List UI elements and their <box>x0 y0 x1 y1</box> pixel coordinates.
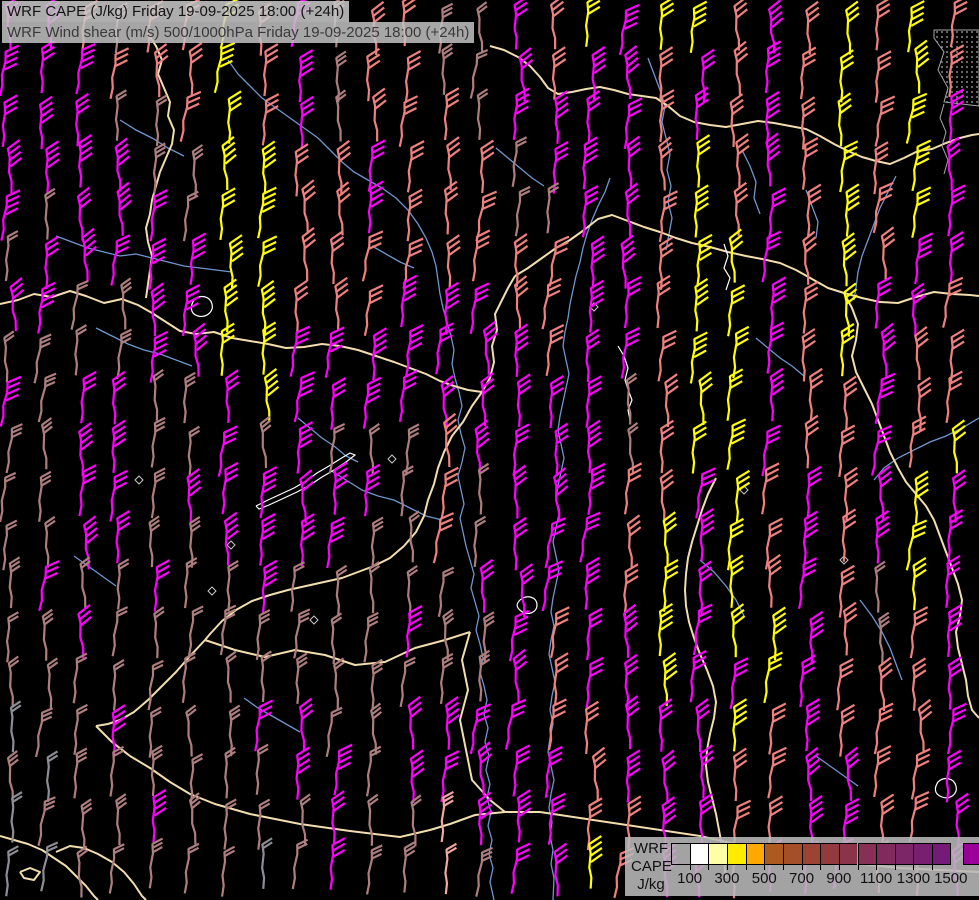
legend-cell <box>671 843 690 865</box>
legend-cell <box>858 843 877 865</box>
legend-tick-label: 900 <box>819 870 859 887</box>
title-windshear-text: WRF Wind shear (m/s) 500/1000hPa Friday … <box>7 24 469 41</box>
legend-tick-label: 1100 <box>856 870 896 887</box>
title-bar-cape: WRF CAPE (J/kg) Friday 19-09-2025 18:00 … <box>2 1 349 22</box>
legend-cell <box>690 843 709 865</box>
legend-tick-label: 700 <box>782 870 822 887</box>
title-bar-windshear: WRF Wind shear (m/s) 500/1000hPa Friday … <box>2 22 474 43</box>
legend-tick-label: 100 <box>670 870 710 887</box>
legend-cell <box>802 843 821 865</box>
cape-color-legend: WRFCAPEJ/kg 100300500700900110013001500 <box>625 837 979 896</box>
legend-overflow-cell <box>963 843 979 865</box>
legend-cell <box>895 843 914 865</box>
legend-cell <box>708 843 727 865</box>
weather-map-stage: WRF CAPE (J/kg) Friday 19-09-2025 18:00 … <box>0 0 979 900</box>
legend-tick-label: 1500 <box>931 870 971 887</box>
title-cape-text: WRF CAPE (J/kg) Friday 19-09-2025 18:00 … <box>7 3 344 20</box>
legend-cell <box>783 843 802 865</box>
legend-cell <box>727 843 746 865</box>
legend-tick-label: 1300 <box>893 870 933 887</box>
legend-cell <box>913 843 932 865</box>
legend-cell <box>839 843 858 865</box>
legend-tick-label: 500 <box>744 870 784 887</box>
legend-cell <box>764 843 783 865</box>
legend-label-line: WRF <box>631 840 671 858</box>
legend-cell <box>746 843 765 865</box>
legend-cell <box>820 843 839 865</box>
legend-label: WRFCAPEJ/kg <box>631 840 671 894</box>
legend-label-line: J/kg <box>631 876 671 894</box>
legend-tick-label: 300 <box>707 870 747 887</box>
legend-cell <box>932 843 951 865</box>
legend-label-line: CAPE <box>631 858 671 876</box>
weather-map <box>0 0 979 900</box>
legend-cell <box>876 843 895 865</box>
